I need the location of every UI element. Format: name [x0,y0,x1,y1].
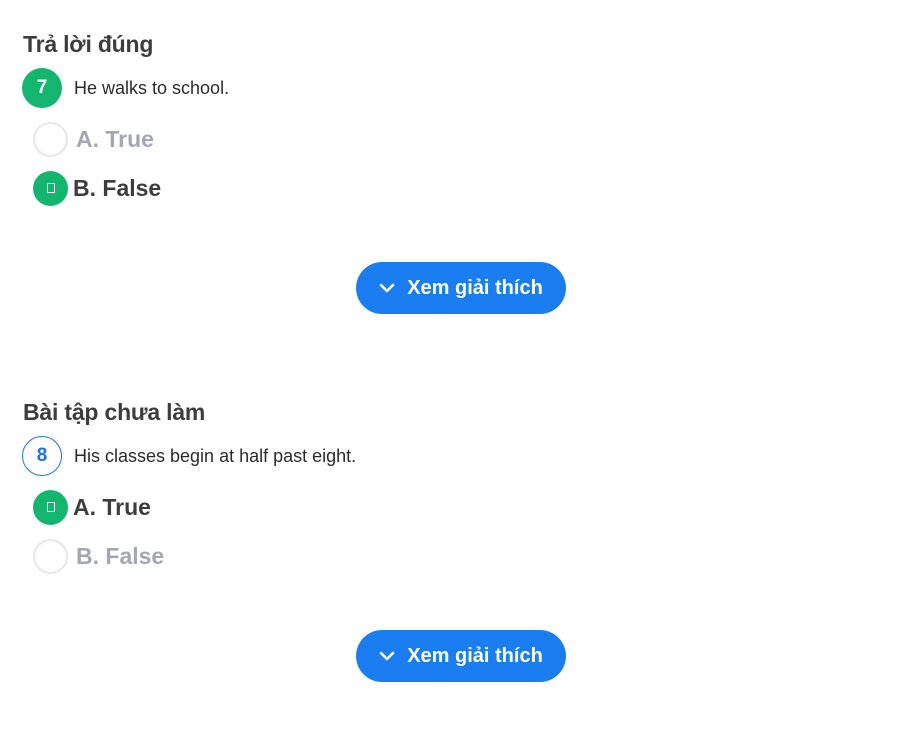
view-explanation-button[interactable]: Xem giải thích [356,262,566,314]
view-explanation-label: Xem giải thích [407,276,543,299]
check-icon [46,502,55,512]
option-a[interactable]: A. True [33,489,151,525]
option-b[interactable]: B. False [33,538,164,574]
radio-selected[interactable] [33,170,68,206]
option-b[interactable]: B. False [33,170,161,206]
question-status: Trả lời đúng [23,31,154,57]
radio-unselected[interactable] [33,538,68,574]
question-number-badge: 8 [22,436,62,476]
question-text: He walks to school. [74,77,230,98]
view-explanation-button[interactable]: Xem giải thích [356,630,566,682]
option-label: B. False [73,174,162,201]
radio-selected[interactable] [33,489,68,525]
check-icon [46,183,55,193]
question-row: 7 He walks to school. [22,68,229,108]
option-label: A. True [76,125,154,152]
chevron-down-icon [379,283,395,293]
question-number-badge: 7 [22,68,62,108]
question-row: 8 His classes begin at half past eight. [22,436,356,476]
chevron-down-icon [379,651,395,661]
view-explanation-label: Xem giải thích [407,644,543,667]
option-a[interactable]: A. True [33,121,154,157]
question-status: Bài tập chưa làm [23,399,206,425]
option-label: A. True [73,493,151,520]
radio-unselected[interactable] [33,121,68,157]
option-label: B. False [76,542,165,569]
question-text: His classes begin at half past eight. [74,445,357,466]
